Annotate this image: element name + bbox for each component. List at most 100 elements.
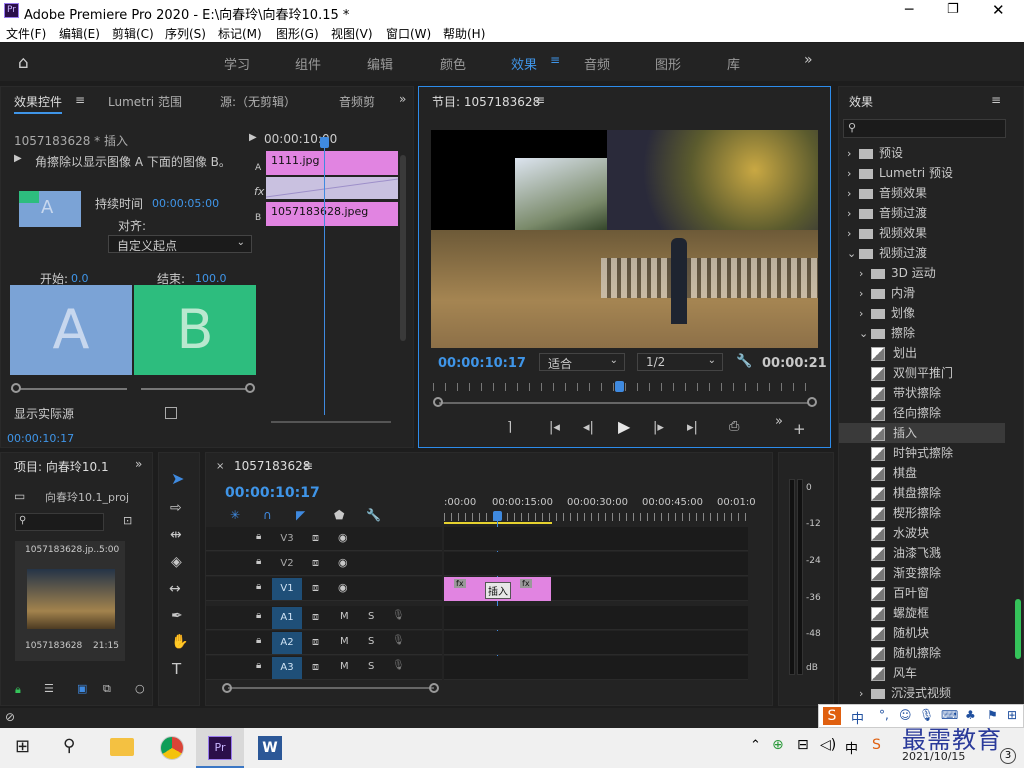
skin-icon[interactable]: ♣: [965, 708, 976, 722]
track-label[interactable]: V2: [272, 553, 302, 575]
go-to-in-icon[interactable]: |◂: [549, 420, 560, 435]
effects-item[interactable]: 风车: [839, 663, 1005, 683]
chevron-right-icon[interactable]: ›: [847, 144, 859, 164]
zoom-handle-right[interactable]: [807, 397, 817, 407]
track-lane[interactable]: [444, 606, 748, 630]
mark-in-icon[interactable]: ⌉: [507, 420, 512, 435]
effects-item[interactable]: 径向擦除: [839, 403, 1005, 423]
effects-item[interactable]: ⌄ 视频过渡: [839, 243, 1005, 263]
chevron-right-icon[interactable]: ›: [859, 284, 871, 304]
effects-scrollbar[interactable]: [1015, 599, 1021, 659]
hand-tool-icon[interactable]: ✋: [171, 634, 188, 650]
effects-item[interactable]: 双侧平推门: [839, 363, 1005, 383]
workspace-effects[interactable]: 效果: [511, 54, 537, 73]
close-tab-icon[interactable]: ×: [216, 461, 224, 472]
linked-selection-icon[interactable]: ∩: [263, 508, 272, 522]
effects-item[interactable]: 棋盘擦除: [839, 483, 1005, 503]
workspace-assembly[interactable]: 组件: [295, 54, 321, 73]
effects-item[interactable]: 渐变擦除: [839, 563, 1005, 583]
end-slider[interactable]: [141, 388, 251, 390]
tab-source[interactable]: 源:（无剪辑）: [220, 93, 296, 110]
expand-icon[interactable]: ▶: [249, 132, 257, 143]
export-frame-icon[interactable]: ⎙: [729, 419, 739, 434]
type-tool-icon[interactable]: T: [172, 660, 181, 678]
scroll-handle-left[interactable]: [222, 683, 232, 693]
end-value[interactable]: 100.0: [195, 272, 227, 285]
transition-bar[interactable]: [266, 177, 398, 199]
track-label[interactable]: V1: [272, 578, 302, 600]
network-icon[interactable]: ⊟: [797, 737, 809, 753]
go-to-out-icon[interactable]: ▸|: [687, 420, 698, 435]
eye-icon[interactable]: ◉: [338, 556, 348, 569]
new-bin-icon[interactable]: ⊡: [123, 514, 132, 527]
playhead-handle[interactable]: [320, 137, 329, 148]
mic-icon[interactable]: 🎙︎: [392, 635, 405, 646]
menu-clip[interactable]: 剪辑(C): [112, 25, 154, 42]
track-label[interactable]: A2: [272, 632, 302, 654]
program-menu-icon[interactable]: ≡: [535, 93, 545, 107]
timeline-menu-icon[interactable]: ≡: [303, 459, 313, 473]
close-icon[interactable]: ✕: [992, 1, 1005, 19]
sync-lock-icon[interactable]: ⧈: [312, 581, 319, 595]
ime-grid-icon[interactable]: ⊞: [1007, 708, 1017, 722]
effects-item[interactable]: › 3D 运动: [839, 263, 1005, 283]
ripple-edit-tool-icon[interactable]: ⇹: [170, 527, 182, 543]
workspace-color[interactable]: 颜色: [440, 54, 466, 73]
wrench-icon[interactable]: 🔧: [736, 354, 752, 369]
home-icon[interactable]: ⌂: [18, 53, 29, 73]
chevron-right-icon[interactable]: ›: [859, 264, 871, 284]
list-view-icon[interactable]: ☰: [44, 682, 54, 695]
mute-button[interactable]: M: [340, 636, 349, 647]
play-icon[interactable]: ▶: [618, 417, 630, 436]
lock-icon[interactable]: 🔒︎: [256, 531, 261, 542]
clip-thumbnail-card[interactable]: 1057183628.jp... 5:00 1057183628 21:15: [15, 541, 125, 661]
keyboard-icon[interactable]: ⌨: [941, 708, 958, 722]
mini-timeline-scrollbar[interactable]: [271, 421, 391, 423]
tab-effect-controls[interactable]: 效果控件: [14, 93, 63, 114]
step-back-icon[interactable]: ◂|: [583, 420, 594, 435]
track-label[interactable]: A1: [272, 607, 302, 629]
effects-item[interactable]: › 视频效果: [839, 223, 1005, 243]
effects-item[interactable]: › 音频效果: [839, 183, 1005, 203]
duration-value[interactable]: 00:00:05:00: [152, 197, 219, 210]
effects-item[interactable]: › 音频过渡: [839, 203, 1005, 223]
end-slider-handle[interactable]: [245, 383, 255, 393]
sogou-icon[interactable]: S: [872, 737, 881, 753]
resolution-dropdown[interactable]: 1/2 ⌄: [637, 353, 723, 371]
effects-item[interactable]: 随机块: [839, 623, 1005, 643]
effects-item[interactable]: › 沉浸式视频: [839, 683, 1005, 703]
effects-item[interactable]: 划出: [839, 343, 1005, 363]
emoji-icon[interactable]: ☺: [899, 708, 912, 722]
snap-icon[interactable]: ✳: [230, 508, 240, 522]
menu-view[interactable]: 视图(V): [331, 25, 373, 42]
menu-file[interactable]: 文件(F): [6, 25, 46, 42]
windows-start-icon[interactable]: ⊞: [15, 736, 30, 757]
track-lane[interactable]: [444, 527, 748, 551]
menu-edit[interactable]: 编辑(E): [59, 25, 100, 42]
toolbox-icon[interactable]: ⚑: [987, 708, 998, 722]
sync-lock-icon[interactable]: ⧈: [312, 610, 319, 624]
menu-marker[interactable]: 标记(M): [218, 25, 262, 42]
effects-item[interactable]: 楔形擦除: [839, 503, 1005, 523]
lock-icon[interactable]: 🔒︎: [256, 610, 261, 621]
selection-tool-icon[interactable]: ➤: [171, 469, 184, 488]
effects-item[interactable]: 棋盘: [839, 463, 1005, 483]
chevron-right-icon[interactable]: ›: [847, 204, 859, 224]
work-area-bar[interactable]: [444, 522, 552, 524]
chevron-right-icon[interactable]: ›: [859, 304, 871, 324]
effects-item[interactable]: 螺旋框: [839, 603, 1005, 623]
sync-lock-icon[interactable]: ⧈: [312, 556, 319, 570]
workspace-editing[interactable]: 编辑: [367, 54, 393, 73]
lock-icon[interactable]: 🔒︎: [15, 683, 21, 697]
chevron-right-icon[interactable]: ›: [847, 164, 859, 184]
effects-item[interactable]: › 预设: [839, 143, 1005, 163]
mic-icon[interactable]: 🎙︎: [392, 610, 405, 621]
align-dropdown[interactable]: 自定义起点 ⌄: [108, 235, 252, 253]
tray-expand-icon[interactable]: ⌃: [750, 738, 761, 753]
vertical-scrollbar[interactable]: [400, 155, 406, 341]
mute-button[interactable]: M: [340, 661, 349, 672]
zoom-handle-left[interactable]: [433, 397, 443, 407]
menu-sequence[interactable]: 序列(S): [165, 25, 206, 42]
workspace-libraries[interactable]: 库: [727, 54, 740, 73]
timeline-h-scrollbar[interactable]: [228, 687, 434, 689]
